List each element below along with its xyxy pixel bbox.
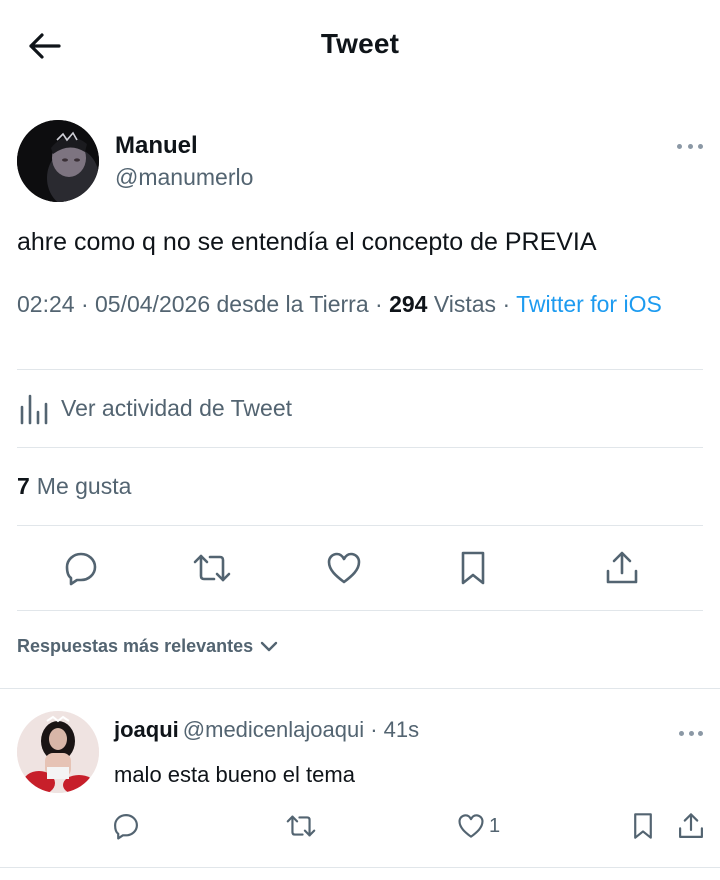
source-link[interactable]: Twitter for iOS [516,291,662,317]
likes-label: Me gusta [36,473,132,499]
heart-icon [458,814,484,838]
likes-summary[interactable]: 7 Me gusta [17,448,131,525]
bookmark-icon [461,551,485,585]
tweet-activity-label: Ver actividad de Tweet [61,395,292,421]
views-label: Vistas · [433,291,511,317]
like-button[interactable] [324,548,364,588]
reply-icon [114,814,138,840]
reply-bookmark-button[interactable] [630,809,656,843]
more-options-icon[interactable] [679,725,703,741]
reply-handle-time[interactable]: @medicenlajoaqui · 41s [183,717,419,742]
views-count: 294 [389,291,428,317]
share-button[interactable] [602,548,642,588]
reply-author-name[interactable]: joaqui [114,717,179,742]
reply-reply-button[interactable] [112,809,140,843]
reply-like-count: 1 [489,814,501,837]
bookmark-icon [634,813,652,839]
reply-retweet-button[interactable] [285,809,317,843]
analytics-icon [20,394,48,424]
retweet-icon [193,554,231,582]
bookmark-button[interactable] [453,548,493,588]
author-handle[interactable]: @manumerlo [115,164,253,191]
heart-icon [327,552,361,584]
tweet-activity-button[interactable]: Ver actividad de Tweet [17,370,703,447]
avatar[interactable] [17,711,99,793]
top-bar: Tweet [0,0,720,92]
tweet-text: ahre como q no se entendía el concepto d… [17,228,597,256]
reply-like-button[interactable]: 1 [457,809,500,843]
reply-text: malo esta bueno el tema [114,762,355,787]
share-icon [606,551,638,584]
replies-sort-dropdown[interactable]: Respuestas más relevantes [17,636,279,657]
tweet-action-bar [0,526,720,610]
divider [0,867,720,868]
reply-item[interactable]: joaqui @medicenlajoaqui · 41s malo esta b… [0,689,720,867]
share-icon [679,813,703,838]
reply-header: joaqui @medicenlajoaqui · 41s [114,717,419,743]
more-options-icon[interactable] [677,136,703,156]
reply-button[interactable] [61,548,101,588]
author-name[interactable]: Manuel [115,132,198,160]
tweet-timestamp: 02:24 · 05/04/2026 desde la Tierra · [17,291,383,317]
chevron-down-icon [260,641,278,651]
reply-share-button[interactable] [677,809,705,843]
reply-icon [65,552,97,586]
retweet-icon [286,815,316,837]
replies-sort-label: Respuestas más relevantes [17,636,254,656]
tweet-meta: 02:24 · 05/04/2026 desde la Tierra · 294… [17,289,697,319]
retweet-button[interactable] [192,548,232,588]
likes-count: 7 [17,473,30,499]
tweet-author: Manuel @manumerlo [17,120,703,202]
avatar[interactable] [17,120,99,202]
divider [17,610,703,611]
page-title: Tweet [320,28,400,59]
